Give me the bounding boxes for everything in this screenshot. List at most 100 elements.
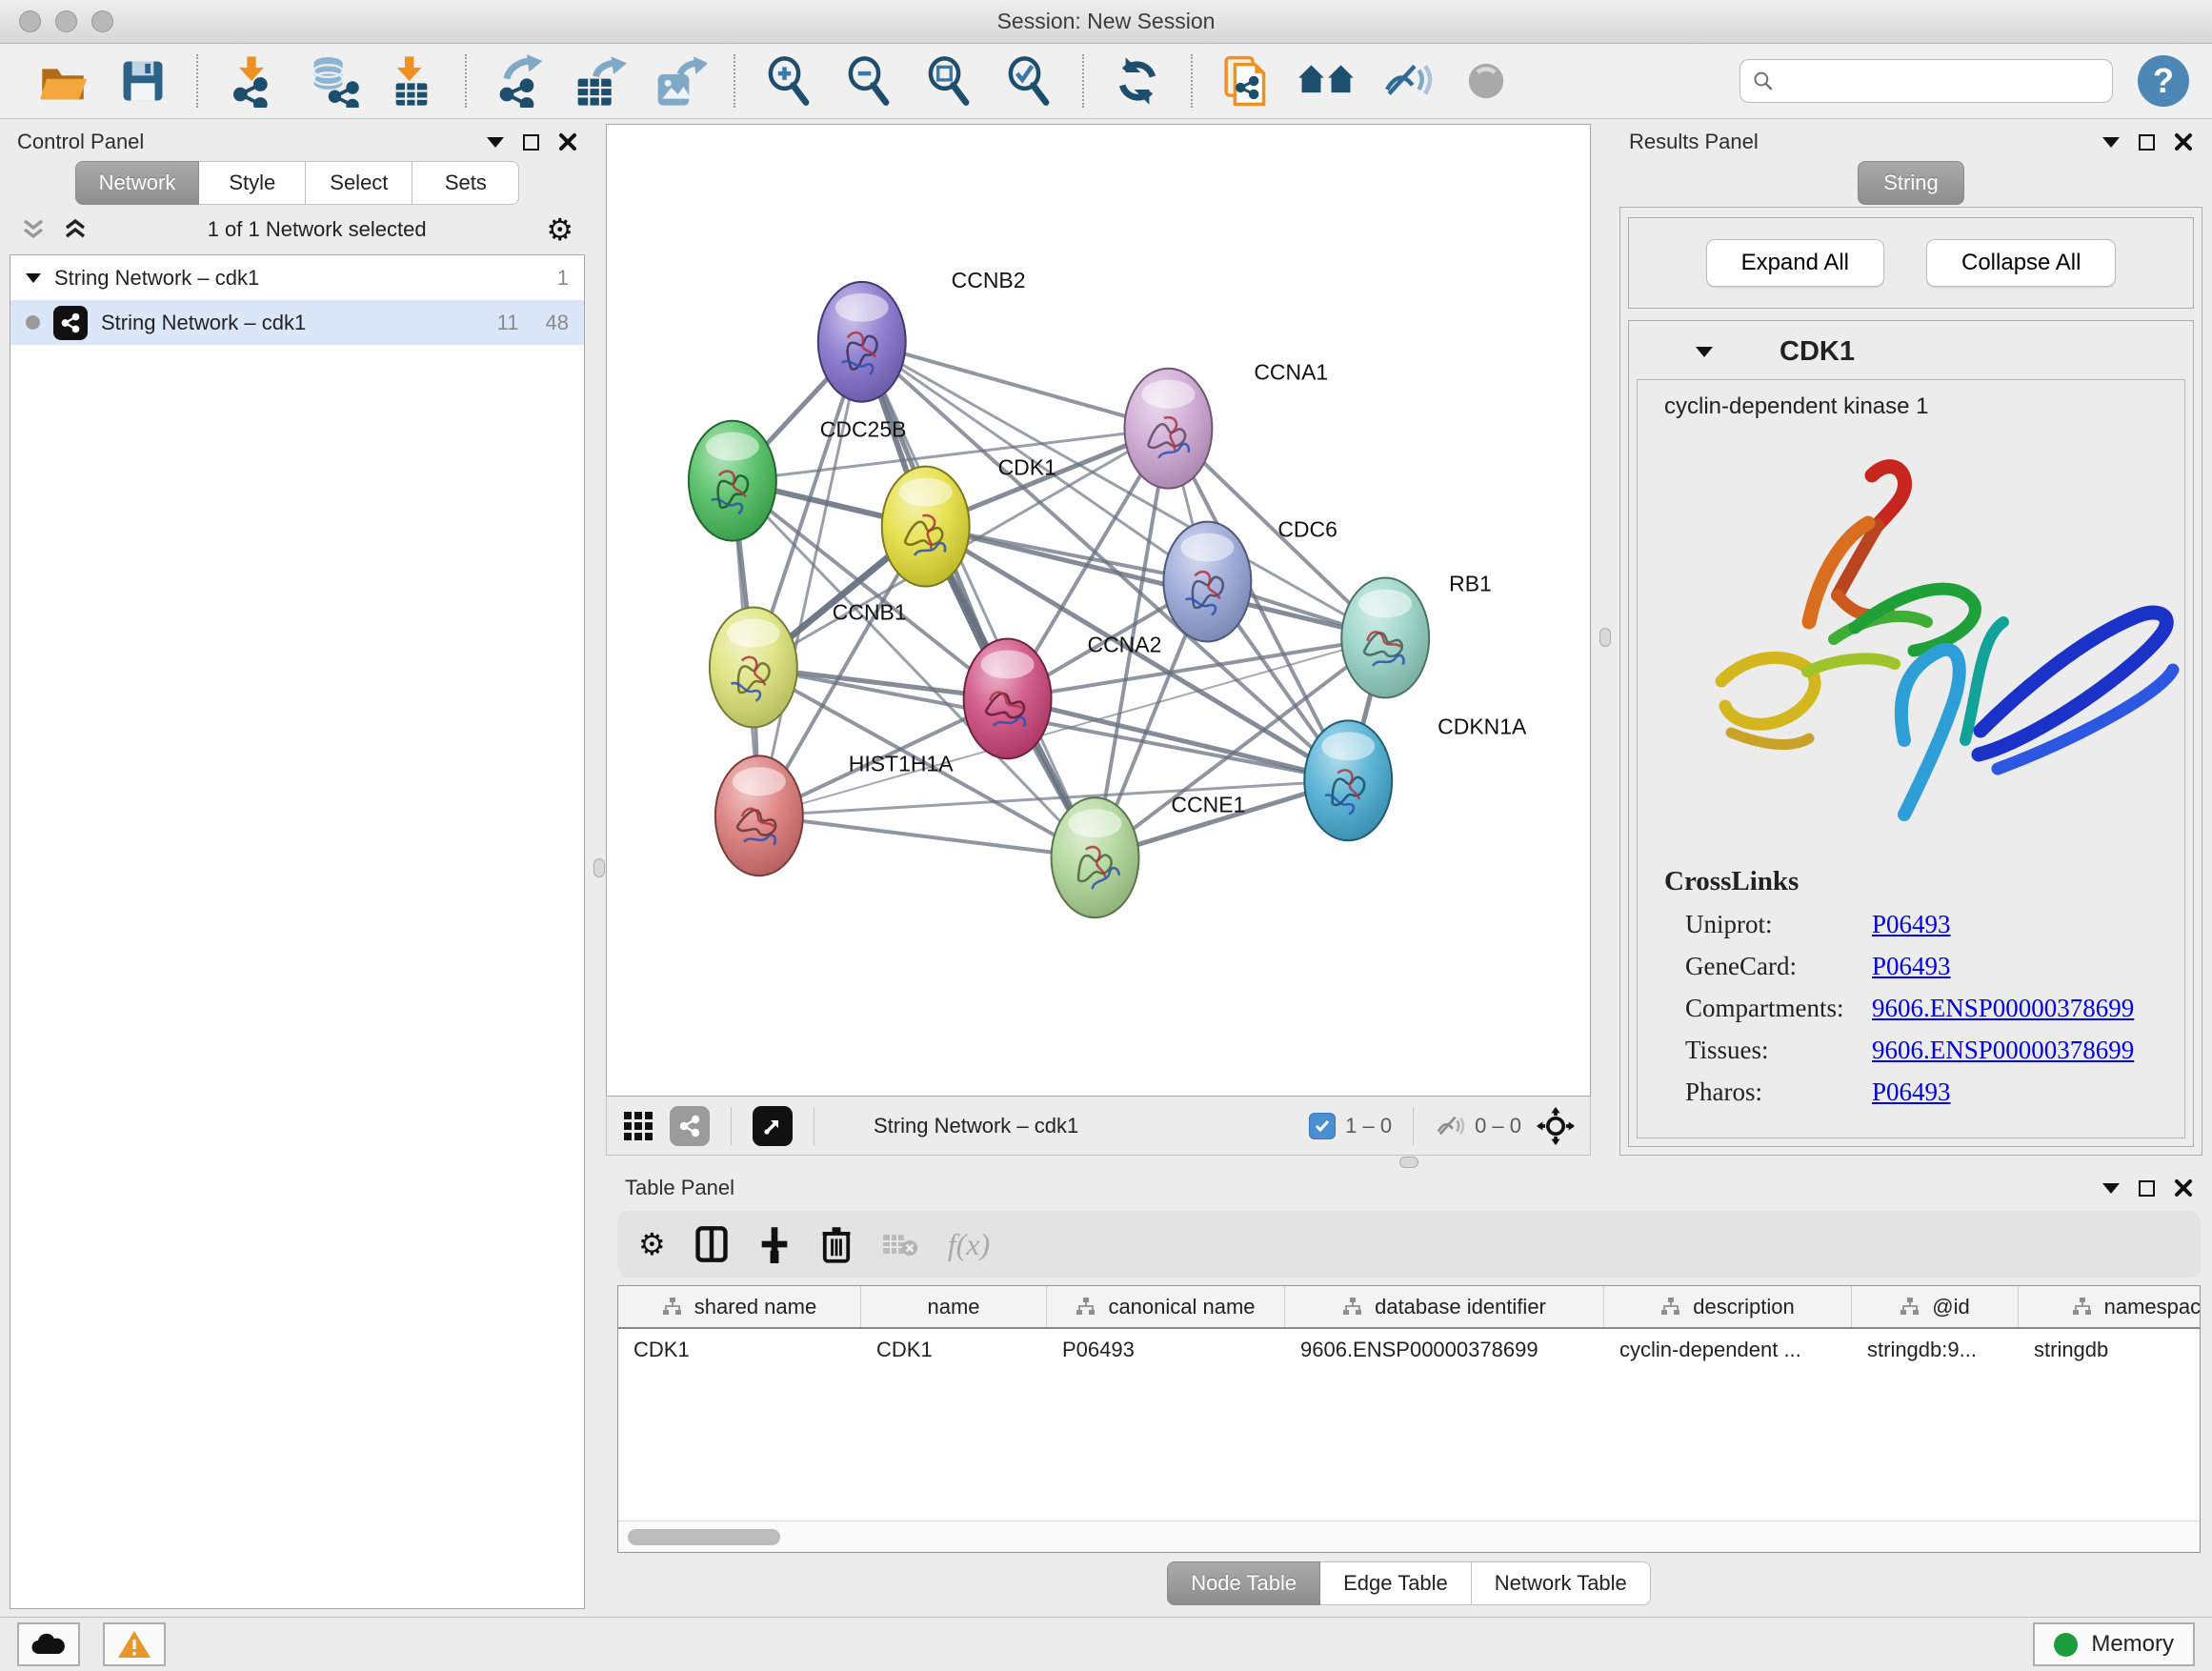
export-table-button[interactable] [560, 51, 640, 111]
zoom-fit-button[interactable] [909, 51, 989, 111]
tab-style[interactable]: Style [199, 161, 306, 205]
node-CCNA1[interactable]: CCNA1 [1124, 360, 1328, 489]
hide-glass-button[interactable] [1366, 51, 1446, 111]
tab-network[interactable]: Network [75, 161, 200, 205]
table-settings-gear-icon[interactable]: ⚙ [638, 1229, 666, 1259]
float-panel-icon[interactable] [523, 134, 539, 151]
edge-CDK1-RB1[interactable] [926, 527, 1386, 638]
crosslink-link[interactable]: P06493 [1872, 952, 1951, 981]
fit-crosshair-icon[interactable] [1537, 1107, 1575, 1145]
open-in-new-icon[interactable] [753, 1106, 793, 1146]
node-HIST1H1A[interactable]: HIST1H1A [715, 751, 954, 876]
apply-layout-button[interactable] [1097, 51, 1177, 111]
tab-sets[interactable]: Sets [412, 161, 519, 205]
close-window-button[interactable] [19, 10, 41, 32]
export-image-button[interactable] [640, 51, 720, 111]
show-columns-icon[interactable] [694, 1225, 729, 1263]
node-table[interactable]: shared namenamecanonical namedatabase id… [617, 1285, 2201, 1553]
panel-menu-icon[interactable] [2102, 1183, 2120, 1194]
network-graph[interactable]: CCNB2CCNA1CDC25BCDK1CDC6RB1CCNB1CCNA2CDK… [607, 125, 1590, 1096]
search-input[interactable] [1784, 69, 2101, 93]
crosslink-link[interactable]: 9606.ENSP00000378699 [1872, 994, 2134, 1023]
memory-button[interactable]: Memory [2033, 1622, 2195, 1666]
collection-disclosure-icon[interactable] [26, 273, 41, 283]
grid-view-icon[interactable] [622, 1110, 654, 1142]
import-table-button[interactable] [372, 51, 452, 111]
import-network-file-button[interactable] [211, 51, 292, 111]
panel-menu-icon[interactable] [2102, 137, 2120, 148]
tab-network-table[interactable]: Network Table [1472, 1561, 1651, 1605]
expand-all-icon[interactable] [63, 218, 88, 241]
column-header--id[interactable]: @id [1852, 1286, 2019, 1327]
tab-edge-table[interactable]: Edge Table [1320, 1561, 1472, 1605]
node-CCNB2[interactable]: CCNB2 [818, 268, 1026, 402]
network-selection-status: 1 of 1 Network selected [105, 217, 529, 242]
selected-checkbox-icon[interactable] [1309, 1113, 1336, 1139]
zoom-out-button[interactable] [829, 51, 909, 111]
hidden-counts: 0 – 0 [1435, 1114, 1521, 1138]
column-header-namespace[interactable]: namespace [2019, 1286, 2201, 1327]
vertical-splitter-left[interactable] [593, 119, 606, 1617]
column-header-shared-name[interactable]: shared name [618, 1286, 861, 1327]
vertical-splitter-right[interactable] [1591, 119, 1619, 1156]
tab-node-table[interactable]: Node Table [1167, 1561, 1320, 1605]
network-options-gear-icon[interactable]: ⚙ [546, 214, 573, 245]
save-session-button[interactable] [103, 51, 183, 111]
float-panel-icon[interactable] [2139, 1180, 2155, 1197]
panel-menu-icon[interactable] [487, 137, 504, 148]
column-header-database-identifier[interactable]: database identifier [1285, 1286, 1604, 1327]
crosslink-link[interactable]: 9606.ENSP00000378699 [1872, 1036, 2134, 1065]
crosslink-link[interactable]: P06493 [1872, 1077, 1951, 1107]
eye-button[interactable] [1446, 51, 1526, 111]
node-CDK1[interactable]: CDK1 [882, 455, 1056, 587]
cloud-status-button[interactable] [17, 1622, 80, 1666]
tab-string[interactable]: String [1858, 161, 1964, 205]
zoom-in-button[interactable] [749, 51, 829, 111]
minimize-window-button[interactable] [55, 10, 77, 32]
horizontal-splitter[interactable] [606, 1156, 2212, 1169]
zoom-window-button[interactable] [91, 10, 113, 32]
open-session-button[interactable] [23, 51, 103, 111]
cytoscape-window: Session: New Session [0, 0, 2212, 1671]
collapse-all-icon[interactable] [21, 218, 46, 241]
entry-disclosure-icon[interactable] [1696, 347, 1713, 357]
node-CDKN1A[interactable]: CDKN1A [1304, 714, 1527, 840]
edge-CCNB2-HIST1H1A[interactable] [759, 342, 862, 816]
column-header-description[interactable]: description [1604, 1286, 1852, 1327]
export-network-button[interactable] [480, 51, 560, 111]
close-panel-icon[interactable] [558, 132, 577, 151]
expand-all-button[interactable]: Expand All [1706, 239, 1884, 287]
table-scroll-track[interactable] [618, 1520, 2200, 1552]
help-button[interactable]: ? [2138, 55, 2189, 107]
refresh-icon [1112, 55, 1163, 107]
network-canvas[interactable]: CCNB2CCNA1CDC25BCDK1CDC6RB1CCNB1CCNA2CDK… [606, 124, 1591, 1097]
edge-HIST1H1A-CCNE1[interactable] [759, 815, 1096, 857]
tab-select[interactable]: Select [306, 161, 412, 205]
float-panel-icon[interactable] [2139, 134, 2155, 151]
string-home-button[interactable] [1286, 51, 1366, 111]
table-row[interactable]: CDK1CDK1P064939606.ENSP00000378699cyclin… [618, 1329, 2200, 1371]
table-horizontal-scrollbar[interactable] [628, 1529, 780, 1545]
node-RB1[interactable]: RB1 [1341, 572, 1492, 698]
network-collection-row[interactable]: String Network – cdk1 1 [10, 255, 584, 300]
toolbar-search[interactable] [1739, 59, 2113, 103]
network-row[interactable]: String Network – cdk1 11 48 [10, 300, 584, 345]
node-CDC6[interactable]: CDC6 [1163, 517, 1337, 642]
cloud-icon [30, 1631, 68, 1658]
string-query-button[interactable] [1206, 51, 1286, 111]
delete-column-trash-icon[interactable] [820, 1225, 853, 1263]
toolbar-separator [196, 54, 198, 108]
warning-status-button[interactable] [103, 1622, 166, 1666]
collapse-all-button[interactable]: Collapse All [1926, 239, 2116, 287]
close-panel-icon[interactable] [2174, 1178, 2193, 1198]
crosslink-link[interactable]: P06493 [1872, 910, 1951, 939]
node-CCNE1[interactable]: CCNE1 [1052, 792, 1246, 917]
close-panel-icon[interactable] [2174, 132, 2193, 151]
column-header-canonical-name[interactable]: canonical name [1047, 1286, 1285, 1327]
node-CDC25B[interactable]: CDC25B [689, 417, 907, 541]
column-header-name[interactable]: name [861, 1286, 1047, 1327]
add-column-icon[interactable] [757, 1225, 792, 1263]
zoom-selected-button[interactable] [989, 51, 1069, 111]
network-share-icon[interactable] [670, 1106, 710, 1146]
import-network-database-button[interactable] [292, 51, 372, 111]
